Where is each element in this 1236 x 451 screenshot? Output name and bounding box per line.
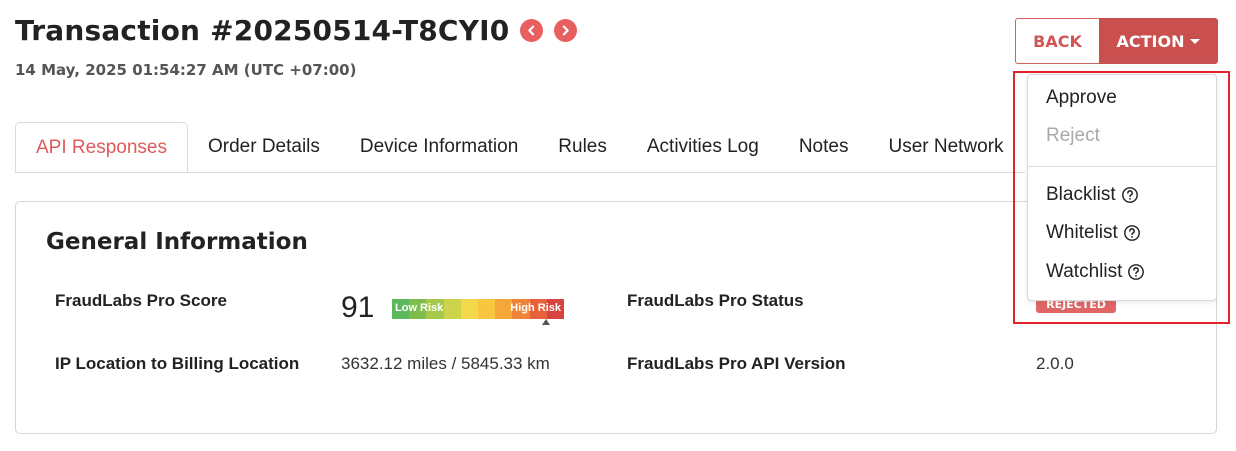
risk-low-label: Low Risk [395, 302, 444, 314]
back-button[interactable]: BACK [1015, 18, 1099, 64]
action-button-label: ACTION [1116, 31, 1185, 51]
menu-item-label: Whitelist [1046, 222, 1118, 243]
tab-rules[interactable]: Rules [538, 122, 627, 172]
menu-item-reject: Reject [1046, 125, 1100, 147]
ip-distance-label: IP Location to Billing Location [55, 354, 300, 373]
caret-down-icon [1190, 39, 1201, 44]
tab-order-details[interactable]: Order Details [188, 122, 340, 172]
chevron-right-icon [563, 25, 570, 36]
api-version-label: FraudLabs Pro API Version [627, 354, 846, 373]
tab-bar: API Responses Order Details Device Infor… [15, 122, 1025, 173]
score-label: FraudLabs Pro Score [55, 291, 227, 310]
menu-item-watchlist[interactable]: Watchlist [1046, 261, 1145, 283]
previous-transaction-button[interactable] [520, 19, 544, 42]
menu-item-label: Watchlist [1046, 261, 1123, 282]
risk-marker-icon [542, 319, 550, 325]
api-version-value: 2.0.0 [1036, 354, 1074, 373]
risk-segment [478, 299, 496, 319]
risk-gauge: Low Risk High Risk [392, 299, 565, 325]
menu-divider [1028, 166, 1216, 167]
tab-notes[interactable]: Notes [779, 122, 869, 172]
risk-segment [443, 299, 461, 319]
menu-item-whitelist[interactable]: Whitelist [1046, 222, 1141, 244]
tab-activities-log[interactable]: Activities Log [627, 122, 779, 172]
card-title: General Information [46, 229, 308, 255]
transaction-page: Transaction #20250514-T8CYI0 14 May, 202… [0, 0, 1236, 451]
menu-item-label: Blacklist [1046, 184, 1116, 205]
risk-high-label: High Risk [510, 302, 561, 314]
risk-segment [460, 299, 479, 319]
chevron-left-icon [528, 25, 535, 36]
action-dropdown-button[interactable]: ACTION [1099, 18, 1218, 64]
help-circle-icon[interactable] [1127, 263, 1145, 281]
menu-item-label: Approve [1046, 87, 1117, 108]
title-row: Transaction #20250514-T8CYI0 [15, 14, 578, 47]
menu-item-approve[interactable]: Approve [1046, 87, 1117, 109]
help-circle-icon[interactable] [1121, 186, 1139, 204]
transaction-timestamp: 14 May, 2025 01:54:27 AM (UTC +07:00) [15, 61, 357, 79]
tab-user-network[interactable]: User Network [868, 122, 1023, 172]
action-dropdown-menu: Approve Reject Blacklist Whitelist Watch… [1027, 74, 1217, 301]
help-circle-icon[interactable] [1123, 224, 1141, 242]
tab-device-information[interactable]: Device Information [340, 122, 538, 172]
page-title: Transaction #20250514-T8CYI0 [15, 14, 510, 47]
header-actions: BACK ACTION [1015, 18, 1218, 64]
score-value: 91 [341, 291, 375, 324]
ip-distance-value: 3632.12 miles / 5845.33 km [341, 354, 550, 373]
status-label: FraudLabs Pro Status [627, 291, 804, 310]
menu-item-label: Reject [1046, 125, 1100, 146]
tab-api-responses[interactable]: API Responses [15, 122, 188, 172]
next-transaction-button[interactable] [554, 19, 578, 42]
menu-item-blacklist[interactable]: Blacklist [1046, 184, 1139, 206]
